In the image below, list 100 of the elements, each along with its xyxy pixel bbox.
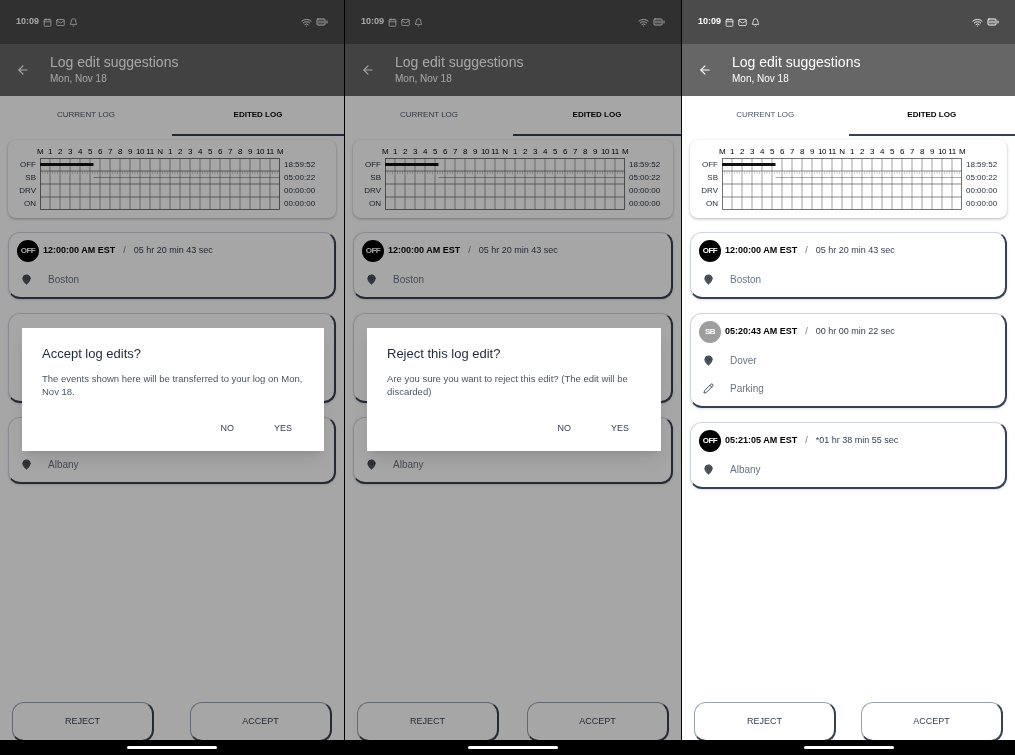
hour-label: 11 xyxy=(145,148,155,156)
app-bar-subtitle: Mon, Nov 18 xyxy=(50,72,108,87)
status-time: 10:09 xyxy=(361,15,385,29)
hour-label: 2 xyxy=(57,148,63,156)
hour-label: M xyxy=(717,148,727,156)
hour-label: 5 xyxy=(207,148,213,156)
status-time: 10:09 xyxy=(16,15,40,29)
hour-label: 7 xyxy=(452,148,458,156)
status-total: 00:00:00 xyxy=(966,185,998,197)
event-duration: 00 hr 00 min 22 sec xyxy=(815,325,895,339)
status-row-label: OFF xyxy=(19,159,36,171)
hour-label: 2 xyxy=(522,148,528,156)
hour-label: 3 xyxy=(749,148,755,156)
status-total: 00:00:00 xyxy=(284,185,316,197)
hour-label: M xyxy=(620,148,630,156)
status-row-label: DRV xyxy=(18,185,36,197)
detail-text: Albany xyxy=(48,457,79,472)
hour-label: N xyxy=(156,148,164,156)
hour-label: 1 xyxy=(849,148,855,156)
app-bar-subtitle: Mon, Nov 18 xyxy=(395,72,453,87)
status-badge: SB xyxy=(699,321,721,343)
separator-text: / xyxy=(804,244,809,258)
app-bar-title: Log edit suggestions xyxy=(732,53,861,72)
hour-label: 5 xyxy=(769,148,775,156)
status-row-label: DRV xyxy=(700,185,718,197)
detail-text: Boston xyxy=(730,272,762,287)
status-row-label: DRV xyxy=(363,185,381,197)
event-duration: 05 hr 20 min 43 sec xyxy=(133,244,213,258)
hour-label: 10 xyxy=(937,148,947,156)
status-total: 00:00:00 xyxy=(629,185,661,197)
hour-label: 2 xyxy=(177,148,183,156)
hour-label: 3 xyxy=(869,148,875,156)
status-time: 10:09 xyxy=(698,15,722,29)
status-badge: OFF xyxy=(17,240,39,262)
status-total: 05:00:22 xyxy=(284,172,316,184)
hour-label: 9 xyxy=(809,148,815,156)
hour-label: 6 xyxy=(899,148,905,156)
hour-label: 1 xyxy=(167,148,173,156)
status-row-label: SB xyxy=(706,172,718,184)
event-time: 05:21:05 AM EST xyxy=(725,434,798,448)
status-total: 00:00:00 xyxy=(284,198,316,210)
hour-label: 5 xyxy=(552,148,558,156)
hour-label: 6 xyxy=(217,148,223,156)
hour-label: 8 xyxy=(237,148,243,156)
status-total: 05:00:22 xyxy=(629,172,661,184)
hour-label: N xyxy=(501,148,509,156)
hour-label: 1 xyxy=(47,148,53,156)
hour-label: 1 xyxy=(729,148,735,156)
hour-label: 11 xyxy=(610,148,620,156)
hour-label: 10 xyxy=(255,148,265,156)
hour-label: 11 xyxy=(490,148,500,156)
hour-label: 4 xyxy=(759,148,765,156)
status-row-label: OFF xyxy=(364,159,381,171)
hour-label: 3 xyxy=(412,148,418,156)
hour-label: 5 xyxy=(432,148,438,156)
status-badge: OFF xyxy=(699,430,721,452)
hour-label: 3 xyxy=(67,148,73,156)
hour-label: 8 xyxy=(799,148,805,156)
app-bar-title: Log edit suggestions xyxy=(50,53,179,72)
detail-text: Boston xyxy=(393,272,425,287)
hour-label: 1 xyxy=(512,148,518,156)
status-row-label: ON xyxy=(23,198,36,210)
separator-text: / xyxy=(467,244,472,258)
hour-label: 11 xyxy=(947,148,957,156)
app-bar-subtitle: Mon, Nov 18 xyxy=(732,72,790,87)
hour-label: N xyxy=(838,148,846,156)
hour-label: 5 xyxy=(889,148,895,156)
hour-label: 8 xyxy=(582,148,588,156)
hour-label: 10 xyxy=(600,148,610,156)
detail-text: Parking xyxy=(730,381,764,396)
hour-label: 6 xyxy=(97,148,103,156)
detail-text: Boston xyxy=(48,272,80,287)
hour-label: 9 xyxy=(592,148,598,156)
hour-label: 10 xyxy=(817,148,827,156)
hour-label: 4 xyxy=(542,148,548,156)
event-duration: 05 hr 20 min 43 sec xyxy=(478,244,558,258)
hour-label: 3 xyxy=(187,148,193,156)
dialog-title: Accept log edits? xyxy=(42,345,142,363)
hour-label: 6 xyxy=(562,148,568,156)
hour-label: 7 xyxy=(909,148,915,156)
app-bar-title: Log edit suggestions xyxy=(395,53,524,72)
dialog-message: Are you sure you want to reject this edit? (The edit will be discarded) xyxy=(387,371,629,398)
detail-text: Albany xyxy=(730,462,761,477)
status-total: 18:59:52 xyxy=(629,159,661,171)
hour-label: M xyxy=(380,148,390,156)
event-time: 12:00:00 AM EST xyxy=(388,244,461,258)
hour-label: 2 xyxy=(739,148,745,156)
detail-text: Albany xyxy=(393,457,424,472)
event-time: 12:00:00 AM EST xyxy=(43,244,116,258)
event-duration: 05 hr 20 min 43 sec xyxy=(815,244,895,258)
status-row-label: SB xyxy=(24,172,36,184)
dialog-title: Reject this log edit? xyxy=(387,345,502,363)
hour-label: 10 xyxy=(480,148,490,156)
hour-label: 11 xyxy=(827,148,837,156)
hour-label: 2 xyxy=(859,148,865,156)
hour-label: 10 xyxy=(135,148,145,156)
hour-label: 4 xyxy=(197,148,203,156)
hour-label: 7 xyxy=(572,148,578,156)
hour-label: 9 xyxy=(472,148,478,156)
hour-label: M xyxy=(35,148,45,156)
